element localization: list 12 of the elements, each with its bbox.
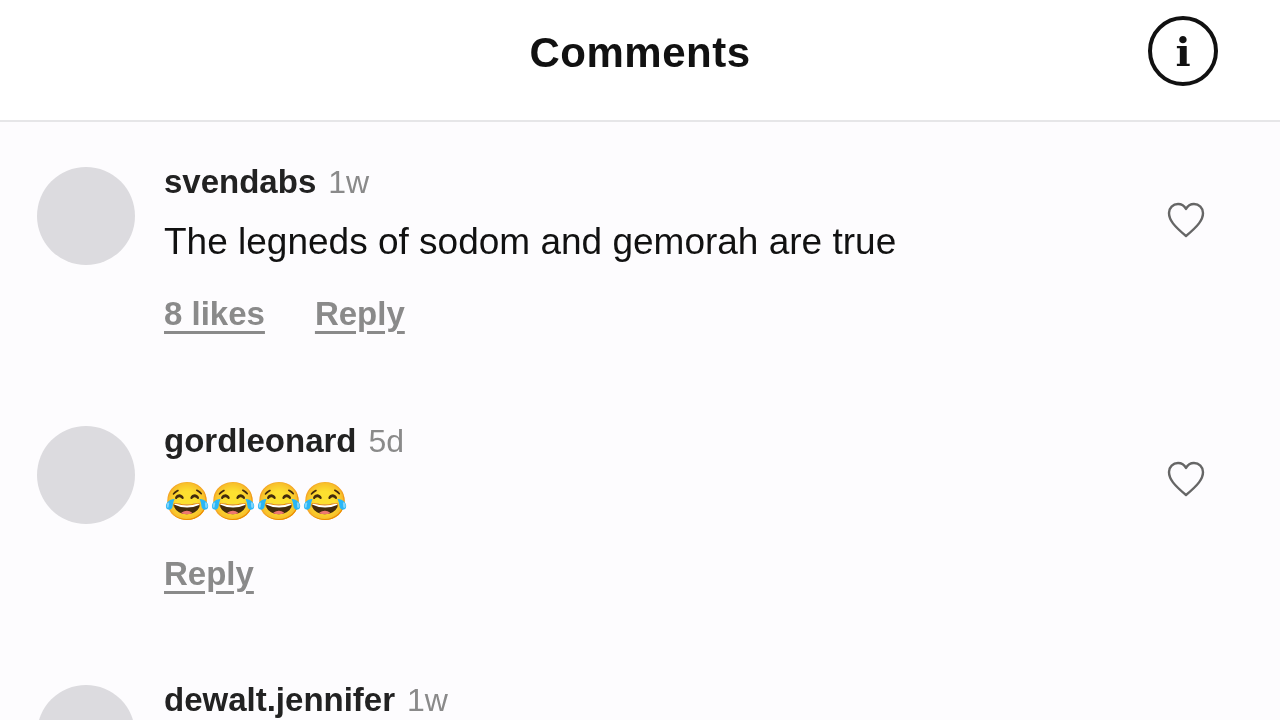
page-title: Comments xyxy=(529,29,751,77)
comment-time: 1w xyxy=(407,682,448,719)
comment-text: 😂😂😂😂 xyxy=(164,480,349,523)
heart-icon[interactable] xyxy=(1166,201,1206,239)
comment-text: The legneds of sodom and gemorah are true xyxy=(164,221,898,263)
username[interactable]: gordleonard xyxy=(164,422,357,460)
info-button[interactable]: i xyxy=(1148,16,1218,86)
comment-time: 1w xyxy=(328,164,370,201)
comment-time: 5d xyxy=(368,423,405,460)
username[interactable]: dewalt.jennifer xyxy=(164,681,396,719)
username[interactable]: svendabs xyxy=(164,163,317,201)
heart-icon[interactable] xyxy=(1166,460,1206,498)
